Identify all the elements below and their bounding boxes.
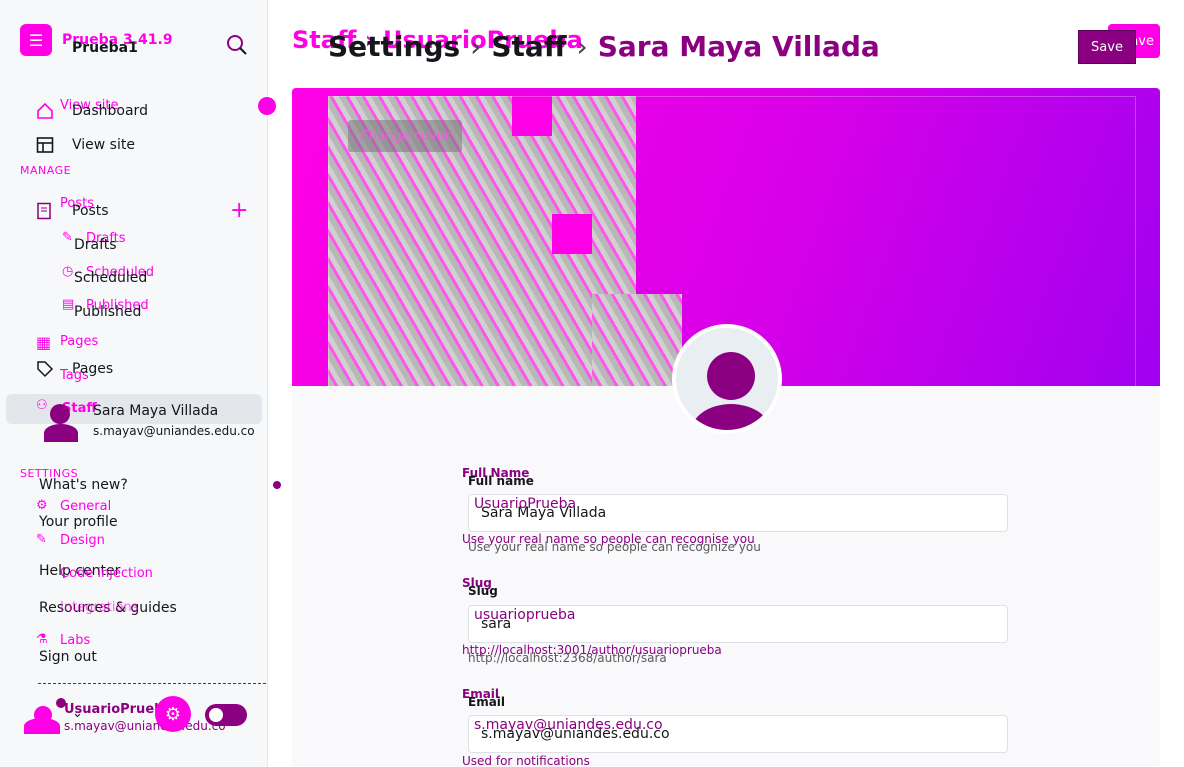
pages-icon: ▦: [36, 333, 52, 352]
brand-site-name: Prueba1: [72, 40, 138, 56]
email-label: Email: [468, 695, 506, 709]
nav-published[interactable]: Published: [74, 304, 141, 320]
settings-gear-icon[interactable]: ⚙: [155, 696, 191, 732]
user-avatar-body: [24, 718, 60, 734]
nav-labs[interactable]: Labs: [60, 633, 90, 648]
full-name-label: Full name: [468, 474, 534, 488]
published-icon: ▤: [62, 297, 75, 312]
divider: [38, 683, 266, 684]
pencil-icon: ✎: [62, 230, 73, 245]
email-hint: Used for notifications: [462, 754, 590, 767]
staff-user-name: Sara Maya Villada: [93, 403, 219, 419]
slug-label: Slug: [468, 584, 498, 598]
tag-icon: [36, 360, 54, 378]
chevron-down-icon[interactable]: ⌄: [72, 706, 83, 721]
nav-posts[interactable]: Posts: [36, 202, 109, 220]
breadcrumb: Settings › Staff › Sara Maya Villada: [328, 30, 880, 63]
slug-ghost-value: usuarioprueba: [474, 607, 576, 623]
full-name-ghost-value: UsuarioPrueba: [474, 496, 577, 512]
profile-card: Change cover Full Name Full name Sara Ma…: [292, 88, 1160, 767]
search-icon[interactable]: [224, 32, 250, 58]
profile-avatar[interactable]: [672, 324, 782, 434]
nav-view-site[interactable]: View site: [36, 136, 135, 154]
nav-code-injection[interactable]: Code injection: [60, 566, 153, 581]
brand-logo: ☰: [20, 24, 52, 56]
app-root: ☰ Prueba 3.41.9 Prueba1 View site Dashbo…: [0, 0, 1184, 767]
breadcrumb-staff[interactable]: Staff: [491, 30, 566, 63]
slug-hint: http://localhost:2368/author/sara: [468, 651, 667, 665]
page-title: Sara Maya Villada: [597, 30, 880, 63]
full-name-hint: Use your real name so people can recogni…: [468, 540, 761, 554]
breadcrumb-sep-2: ›: [576, 30, 588, 63]
nav-design[interactable]: Design: [60, 533, 105, 548]
email-ghost-value: s.mayav@uniandes.edu.co: [474, 717, 663, 733]
nav-integrations[interactable]: Integrations: [60, 600, 138, 615]
gear-icon: ⚙: [36, 498, 48, 513]
nav-scheduled[interactable]: Scheduled: [74, 270, 147, 286]
clock-icon: ◷: [62, 264, 74, 279]
brush-icon: ✎: [36, 532, 47, 547]
main-content: Staff › UsuarioPrueba Settings › Staff › Sar…: [268, 0, 1184, 767]
nav-view-site-label: View site: [72, 137, 135, 153]
brand[interactable]: ☰ Prueba 3.41.9 Prueba1: [20, 24, 173, 56]
breadcrumb-settings[interactable]: Settings: [328, 30, 460, 63]
nav-dashboard-label: Dashboard: [72, 103, 148, 119]
avatar-body: [690, 404, 772, 430]
home-icon: [36, 102, 54, 120]
nav-drafts[interactable]: Drafts: [74, 237, 117, 253]
nav-dashboard[interactable]: Dashboard: [36, 102, 148, 120]
save-button[interactable]: Save: [1078, 30, 1136, 64]
ghost-pages: Pages: [60, 334, 99, 349]
menu-sign-out[interactable]: Sign out: [39, 649, 97, 665]
sidebar: ☰ Prueba 3.41.9 Prueba1 View site Dashbo…: [0, 0, 268, 767]
staff-avatar-head: [50, 404, 70, 424]
nav-general[interactable]: General: [60, 499, 111, 514]
add-post-icon[interactable]: +: [230, 200, 248, 222]
flask-icon: ⚗: [36, 632, 48, 647]
night-mode-toggle[interactable]: [205, 704, 247, 726]
menu-your-profile[interactable]: Your profile: [39, 514, 118, 530]
nav-posts-label: Posts: [72, 203, 109, 219]
staff-user-email: s.mayav@uniandes.edu.co: [93, 424, 255, 438]
menu-whats-new[interactable]: What's new?: [39, 477, 128, 493]
breadcrumb-sep: ›: [470, 30, 482, 63]
change-cover-button[interactable]: Change cover: [348, 120, 462, 152]
pencil-doc-icon: [36, 202, 54, 220]
nav-pages[interactable]: Pages: [36, 360, 113, 378]
staff-avatar-body: [44, 424, 78, 442]
layout-icon: [36, 136, 54, 154]
section-manage: MANAGE: [20, 164, 72, 177]
staff-icon: ⚇: [36, 398, 48, 413]
avatar-head: [707, 352, 755, 400]
user-email: s.mayav@uniandes.edu.co: [64, 719, 226, 733]
nav-pages-label: Pages: [72, 361, 114, 377]
